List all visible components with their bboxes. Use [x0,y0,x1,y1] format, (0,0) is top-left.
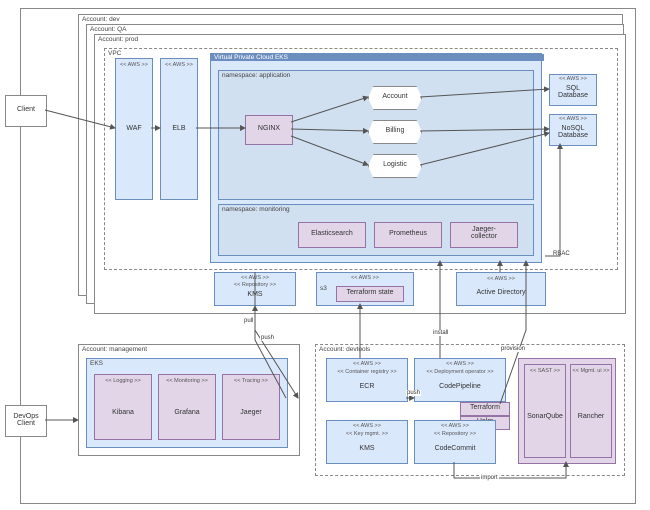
edges-svg [0,0,650,510]
push-label: push [260,335,275,341]
provision-label: provision [500,346,526,352]
pull-label: pull [243,318,254,324]
push2-label: push [406,390,421,396]
install-label: install [432,330,449,336]
import-label: import [480,475,499,481]
